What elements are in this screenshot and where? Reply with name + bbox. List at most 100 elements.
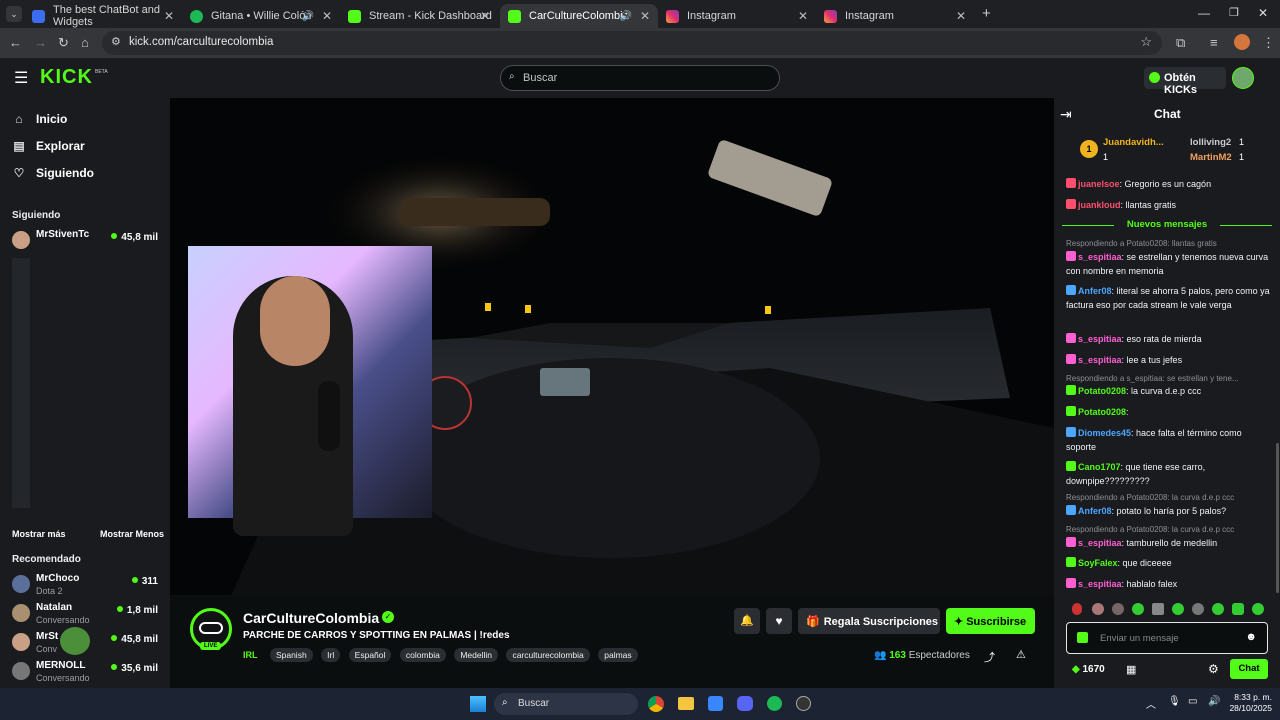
- file-explorer-icon[interactable]: [678, 697, 694, 710]
- gift-subs-button[interactable]: 🎁 Regala Suscripciones: [798, 608, 940, 634]
- category-link[interactable]: IRL: [243, 650, 258, 660]
- send-chat-button[interactable]: Chat: [1230, 659, 1268, 679]
- forward-icon[interactable]: →: [34, 35, 47, 50]
- chat-message[interactable]: s_espitiaa: hablalo falex: [1066, 578, 1272, 592]
- emote-icon[interactable]: [1112, 603, 1124, 615]
- chat-message[interactable]: Potato0208:: [1066, 406, 1272, 420]
- nav-explore[interactable]: ▤ Explorar: [12, 139, 84, 153]
- chrome-taskbar-icon[interactable]: [648, 696, 664, 712]
- show-less-link[interactable]: Mostrar Menos: [100, 529, 164, 539]
- emote-icon[interactable]: [1212, 603, 1224, 615]
- emoji-icon[interactable]: ☻: [1245, 631, 1257, 643]
- gift-icon[interactable]: [1077, 632, 1088, 643]
- show-more-link[interactable]: Mostrar más: [12, 529, 66, 539]
- minimize-button[interactable]: —: [1198, 6, 1210, 20]
- channel-name[interactable]: CarCultureColombia: [243, 610, 379, 626]
- profile-avatar[interactable]: [1234, 34, 1250, 50]
- discord-icon[interactable]: [737, 696, 753, 711]
- bookmark-star-icon[interactable]: ☆: [1140, 34, 1152, 50]
- share-icon[interactable]: ⤴: [984, 649, 995, 665]
- following-channel[interactable]: MrStivenTc 45,8 mil: [12, 229, 162, 255]
- subscribe-button[interactable]: ✦ Suscribirse: [946, 608, 1035, 634]
- get-kicks-button[interactable]: Obtén KICKs: [1144, 67, 1226, 96]
- chat-message[interactable]: s_espitiaa: lee a tus jefes: [1066, 354, 1272, 368]
- clock[interactable]: 8:33 p. m. 28/10/2025: [1222, 692, 1272, 714]
- tab-chatbot[interactable]: The best ChatBot and Widgets ✕: [24, 4, 182, 28]
- follow-heart-button[interactable]: ♥: [766, 608, 792, 634]
- tab-search-icon[interactable]: ⌄: [6, 6, 22, 22]
- windows-start-icon[interactable]: [470, 696, 486, 712]
- chat-message[interactable]: Potato0208: la curva d.e.p ccc: [1066, 385, 1272, 399]
- chat-username[interactable]: Potato0208: [1078, 386, 1126, 396]
- tag-chip[interactable]: colombia: [399, 648, 446, 662]
- speaker-icon[interactable]: 🔊: [620, 11, 632, 22]
- emote-icon[interactable]: [1072, 603, 1082, 615]
- chat-username[interactable]: juankloud: [1078, 200, 1121, 210]
- chat-scrollbar[interactable]: [1276, 443, 1279, 593]
- tag-chip[interactable]: Español: [348, 648, 392, 662]
- spotify-icon[interactable]: [767, 696, 782, 711]
- tab-instagram-1[interactable]: Instagram ✕: [658, 4, 816, 28]
- emote-icon[interactable]: [1192, 603, 1204, 615]
- chat-username[interactable]: s_espitiaa: [1078, 538, 1122, 548]
- tab-carculture-stream[interactable]: CarCultureColombia Stream 🔊 ✕: [500, 4, 658, 28]
- chat-username[interactable]: Potato0208: [1078, 407, 1126, 417]
- chat-username[interactable]: s_espitiaa: [1078, 355, 1122, 365]
- menu-kebab-icon[interactable]: ⋮: [1262, 35, 1275, 51]
- nav-following[interactable]: ♡ Siguiendo: [12, 166, 94, 180]
- new-tab-button[interactable]: +: [982, 5, 991, 22]
- close-icon[interactable]: ✕: [480, 9, 490, 23]
- close-icon[interactable]: ✕: [798, 9, 808, 23]
- back-icon[interactable]: ←: [9, 35, 22, 50]
- reload-icon[interactable]: ↻: [58, 35, 69, 51]
- chat-message[interactable]: juanelsoe: Gregorio es un cagón: [1066, 178, 1272, 192]
- tag-chip[interactable]: palmas: [598, 648, 638, 662]
- nav-home[interactable]: ⌂ Inicio: [12, 112, 67, 126]
- maximize-button[interactable]: ❐: [1229, 6, 1239, 19]
- emote-icon[interactable]: [1252, 603, 1264, 615]
- store-icon[interactable]: [708, 696, 723, 711]
- collapse-chat-icon[interactable]: ⇥: [1060, 106, 1072, 123]
- tab-spotify[interactable]: Gitana • Willie Colón 🔊 ✕: [182, 4, 340, 28]
- chat-username[interactable]: Diomedes45: [1078, 428, 1131, 438]
- chat-username[interactable]: SoyFalex: [1078, 558, 1118, 568]
- close-icon[interactable]: ✕: [322, 9, 332, 23]
- chat-username[interactable]: Anfer08: [1078, 506, 1112, 516]
- close-icon[interactable]: ✕: [164, 9, 174, 23]
- chat-message[interactable]: Cano1707: que tiene ese carro, downpipe?…: [1066, 461, 1272, 488]
- window-close-button[interactable]: ✕: [1258, 6, 1268, 20]
- site-info-icon[interactable]: ⚙: [111, 35, 121, 48]
- user-avatar[interactable]: [1232, 67, 1254, 89]
- recommended-channel[interactable]: MrChoco Dota 2 311: [12, 573, 162, 599]
- recommended-channel[interactable]: Natalan Conversando 1,8 mil: [12, 602, 162, 628]
- tab-kick-dashboard[interactable]: Stream - Kick Dashboard ✕: [340, 4, 498, 28]
- chat-username[interactable]: s_espitiaa: [1078, 334, 1122, 344]
- taskbar-search[interactable]: ⌕ Buscar: [494, 693, 638, 715]
- emote-icon[interactable]: [1232, 603, 1244, 615]
- chat-username[interactable]: juanelsoe: [1078, 179, 1120, 189]
- tray-chevron-icon[interactable]: ︿: [1146, 696, 1156, 711]
- video-player[interactable]: [170, 98, 1054, 595]
- chat-username[interactable]: Anfer08: [1078, 286, 1112, 296]
- close-icon[interactable]: ✕: [956, 9, 966, 23]
- recommended-channel[interactable]: MERNOLL Conversando 35,6 mil: [12, 660, 162, 686]
- emote-icon[interactable]: [1152, 603, 1164, 615]
- chat-message[interactable]: juankloud: llantas gratis: [1066, 199, 1272, 213]
- network-icon[interactable]: ▭: [1188, 696, 1197, 707]
- reading-list-icon[interactable]: ≡: [1210, 35, 1218, 50]
- channel-points[interactable]: ◆ 1670: [1072, 664, 1105, 675]
- chat-message[interactable]: Anfer08: literal se ahorra 5 palos, pero…: [1066, 285, 1272, 312]
- chat-message[interactable]: s_espitiaa: eso rata de mierda: [1066, 333, 1272, 347]
- tab-instagram-2[interactable]: Instagram ✕: [816, 4, 974, 28]
- chat-username[interactable]: Cano1707: [1078, 462, 1121, 472]
- search-input[interactable]: ⌕ Buscar: [500, 65, 780, 91]
- calendar-icon[interactable]: ▦: [1126, 663, 1136, 676]
- hamburger-menu-icon[interactable]: ☰: [14, 68, 28, 88]
- chat-username[interactable]: s_espitiaa: [1078, 579, 1122, 589]
- tag-chip[interactable]: Irl: [321, 648, 341, 662]
- home-icon[interactable]: ⌂: [81, 35, 89, 50]
- speaker-icon[interactable]: 🔊: [302, 11, 314, 22]
- notification-bell-button[interactable]: 🔔: [734, 608, 760, 634]
- close-icon[interactable]: ✕: [640, 9, 650, 23]
- chat-message[interactable]: SoyFalex: que diceeee: [1066, 557, 1272, 571]
